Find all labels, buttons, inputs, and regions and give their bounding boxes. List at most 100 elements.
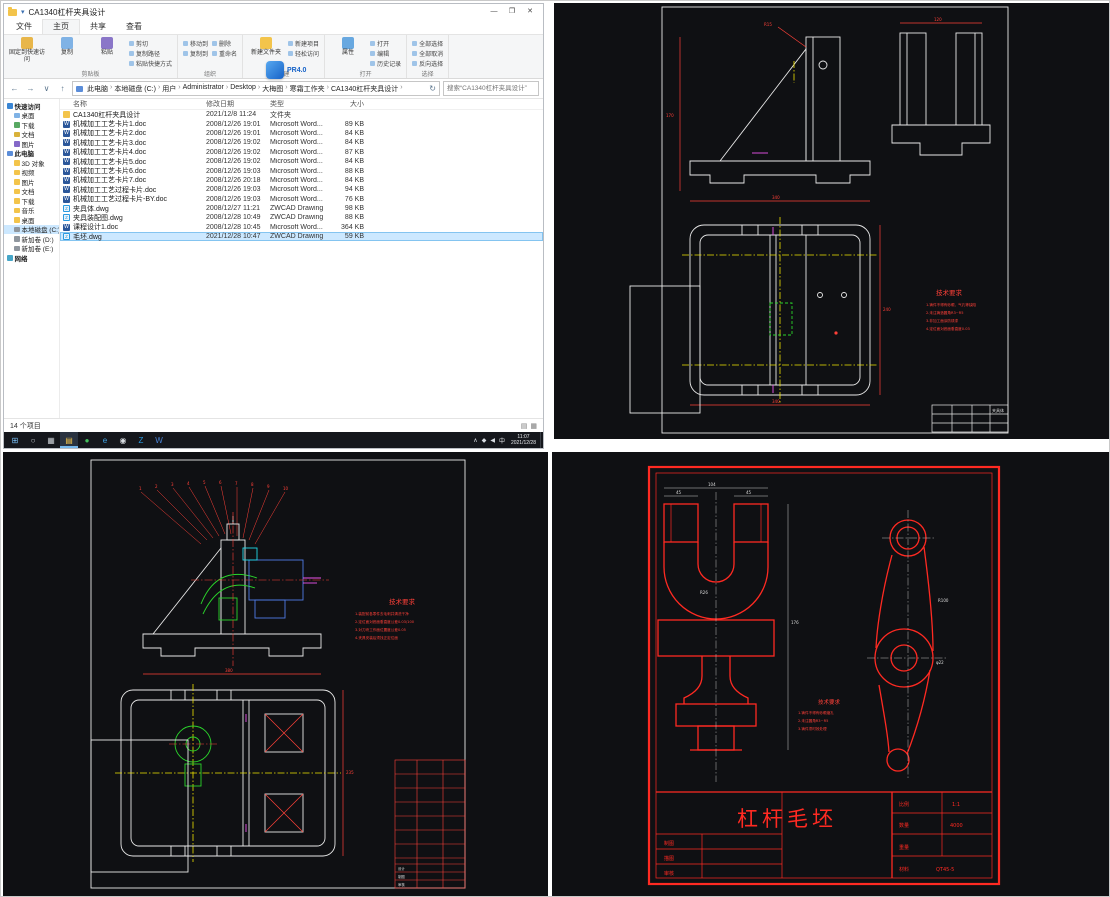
sidebar-item[interactable]: 快速访问 <box>4 101 59 111</box>
sidebar-item[interactable]: 下载 <box>4 196 59 206</box>
pin-quick-access-button[interactable]: 固定到快速访问 <box>9 37 45 69</box>
sidebar-item[interactable]: 3D 对象 <box>4 158 59 168</box>
sidebar-item[interactable]: 下载 <box>4 120 59 130</box>
ribbon-tab[interactable]: 查看 <box>116 20 152 34</box>
file-row-机械加工工艺卡片1.doc[interactable]: 机械加工工艺卡片1.doc 2008/12/26 19:01 Microsoft… <box>60 119 543 128</box>
close-button[interactable]: ✕ <box>521 4 539 20</box>
column-header-date[interactable]: 修改日期 <box>206 99 270 109</box>
refresh-icon[interactable]: ↻ <box>429 84 436 93</box>
taskbar-icon-wechat[interactable]: ● <box>78 432 96 448</box>
rename-button[interactable]: 重命名 <box>212 49 237 58</box>
sidebar-item[interactable]: 视频 <box>4 168 59 178</box>
invert-selection-button[interactable]: 反向选择 <box>412 59 443 68</box>
sidebar-item[interactable]: 文档 <box>4 187 59 197</box>
file-row-夹具装配图.dwg[interactable]: 夹具装配图.dwg 2008/12/28 10:49 ZWCAD Drawing… <box>60 213 543 222</box>
sidebar-item[interactable]: 桌面 <box>4 111 59 121</box>
tray-icon-ime[interactable]: 中 <box>497 436 507 445</box>
taskbar-icon-zwcad[interactable]: Z <box>132 432 150 448</box>
breadcrumb-segment[interactable]: CA1340杠杆夹具设计 <box>330 84 399 94</box>
history-button[interactable]: 历史记录 <box>370 59 401 68</box>
tray-icon-tray-expand[interactable]: ∧ <box>471 437 479 444</box>
sidebar-item[interactable]: 本地磁盘 (C:) <box>4 225 59 235</box>
ribbon-tab[interactable]: 文件 <box>6 20 42 34</box>
recent-locations-button[interactable]: ∨ <box>40 82 53 95</box>
minimize-button[interactable]: — <box>485 4 503 20</box>
sidebar-item[interactable]: 网络 <box>4 253 59 263</box>
column-header-name[interactable]: 名称 <box>60 99 206 109</box>
breadcrumb-segment[interactable]: 本地磁盘 (C:) <box>113 84 157 94</box>
file-row-机械加工工艺卡片3.doc[interactable]: 机械加工工艺卡片3.doc 2008/12/26 19:02 Microsoft… <box>60 138 543 147</box>
up-button[interactable]: ↑ <box>56 82 69 95</box>
sidebar-item[interactable]: 此电脑 <box>4 149 59 159</box>
tray-icon-network[interactable]: ◆ <box>480 437 489 444</box>
dim-label: 45 <box>676 490 682 495</box>
copy-path-button[interactable]: 复制路径 <box>129 49 172 58</box>
ribbon-group-select: 全部选择 全部取消 反向选择 选择 <box>407 35 449 78</box>
taskbar-icon-start[interactable]: ⊞ <box>6 432 24 448</box>
properties-button[interactable]: 属性 <box>330 37 366 69</box>
file-row-机械加工工艺过程卡片-BY.doc[interactable]: 机械加工工艺过程卡片-BY.doc 2008/12/26 19:03 Micro… <box>60 195 543 204</box>
taskbar-clock[interactable]: 11:07 2021/12/28 <box>507 434 540 446</box>
file-row-课程设计1.doc[interactable]: 课程设计1.doc 2008/12/28 10:45 Microsoft Wor… <box>60 223 543 232</box>
sidebar-item[interactable]: 新加卷 (E:) <box>4 244 59 254</box>
sidebar-item[interactable]: 新加卷 (D:) <box>4 234 59 244</box>
show-desktop-button[interactable] <box>540 432 543 448</box>
new-item-button[interactable]: 新建项目 <box>288 39 319 48</box>
edit-button[interactable]: 编辑 <box>370 49 401 58</box>
move-to-button[interactable]: 移动到 <box>183 39 208 48</box>
taskbar-icon-word[interactable]: W <box>150 432 168 448</box>
sidebar-item[interactable]: 文档 <box>4 130 59 140</box>
taskbar-icon-file-explorer[interactable]: ▤ <box>60 432 78 448</box>
select-all-button[interactable]: 全部选择 <box>412 39 443 48</box>
open-button[interactable]: 打开 <box>370 39 401 48</box>
file-row-机械加工工艺卡片5.doc[interactable]: 机械加工工艺卡片5.doc 2008/12/26 19:02 Microsoft… <box>60 157 543 166</box>
breadcrumb-segment[interactable]: 大梅图 <box>261 84 284 94</box>
column-header-type[interactable]: 类型 <box>270 99 332 109</box>
sidebar-item[interactable]: 图片 <box>4 177 59 187</box>
breadcrumb-segment[interactable]: Desktop <box>229 84 257 94</box>
back-button[interactable]: ← <box>8 82 21 95</box>
breadcrumb-separator-icon: › <box>399 84 403 94</box>
breadcrumb[interactable]: 此电脑›本地磁盘 (C:)›用户›Administrator›Desktop›大… <box>72 81 440 96</box>
svg-text:2.未注铸造圆角R3~R5: 2.未注铸造圆角R3~R5 <box>926 310 964 315</box>
sidebar-item[interactable]: 桌面 <box>4 215 59 225</box>
easy-access-button[interactable]: 轻松访问 <box>288 49 319 58</box>
column-header-size[interactable]: 大小 <box>332 99 368 109</box>
file-row-机械加工工艺卡片7.doc[interactable]: 机械加工工艺卡片7.doc 2008/12/26 20:18 Microsoft… <box>60 176 543 185</box>
taskbar-icon-chrome[interactable]: ◉ <box>114 432 132 448</box>
maximize-button[interactable]: ❐ <box>503 4 521 20</box>
paste-shortcut-button[interactable]: 粘贴快捷方式 <box>129 59 172 68</box>
breadcrumb-segment[interactable]: 此电脑 <box>86 84 109 94</box>
paste-button[interactable]: 粘贴 <box>89 37 125 69</box>
taskbar-icon-search[interactable]: ○ <box>24 432 42 448</box>
rename-icon <box>212 51 217 56</box>
breadcrumb-segment[interactable]: Administrator <box>182 84 225 94</box>
svg-text:4: 4 <box>187 481 190 486</box>
file-row-CA1340杠杆夹具设计[interactable]: CA1340杠杆夹具设计 2021/12/8 11:24 文件夹 <box>60 110 543 119</box>
taskbar-icon-edge[interactable]: e <box>96 432 114 448</box>
file-row-机械加工工艺卡片2.doc[interactable]: 机械加工工艺卡片2.doc 2008/12/26 19:01 Microsoft… <box>60 129 543 138</box>
thumbnail-view-button[interactable]: ▦ <box>530 422 537 430</box>
copy-button[interactable]: 复制 <box>49 37 85 69</box>
breadcrumb-segment[interactable]: 寒霜工作夹 <box>289 84 326 94</box>
cut-button[interactable]: 剪切 <box>129 39 172 48</box>
breadcrumb-segment[interactable]: 用户 <box>161 84 177 94</box>
tray-icon-volume[interactable]: ◀ <box>488 437 497 444</box>
search-input[interactable] <box>443 81 539 96</box>
file-row-夹具体.dwg[interactable]: 夹具体.dwg 2008/12/27 11:21 ZWCAD Drawing 9… <box>60 204 543 213</box>
file-row-机械加工工艺卡片6.doc[interactable]: 机械加工工艺卡片6.doc 2008/12/26 19:03 Microsoft… <box>60 166 543 175</box>
file-row-机械加工工艺过程卡片.doc[interactable]: 机械加工工艺过程卡片.doc 2008/12/26 19:03 Microsof… <box>60 185 543 194</box>
delete-button[interactable]: 删除 <box>212 39 237 48</box>
file-row-毛坯.dwg[interactable]: 毛坯.dwg 2021/12/28 10:47 ZWCAD Drawing 59… <box>60 232 543 241</box>
copy-to-button[interactable]: 复制到 <box>183 49 208 58</box>
quick-access-toolbar[interactable]: ▾ <box>21 8 25 16</box>
sidebar-item[interactable]: 图片 <box>4 139 59 149</box>
file-row-机械加工工艺卡片4.doc[interactable]: 机械加工工艺卡片4.doc 2008/12/26 19:02 Microsoft… <box>60 148 543 157</box>
sidebar-item[interactable]: 音乐 <box>4 206 59 216</box>
ribbon-tab[interactable]: 共享 <box>80 20 116 34</box>
forward-button[interactable]: → <box>24 82 37 95</box>
taskbar-icon-task-view[interactable]: ▦ <box>42 432 60 448</box>
select-none-button[interactable]: 全部取消 <box>412 49 443 58</box>
details-view-button[interactable]: ▤ <box>521 422 528 430</box>
ribbon-tab[interactable]: 主页 <box>42 19 80 34</box>
